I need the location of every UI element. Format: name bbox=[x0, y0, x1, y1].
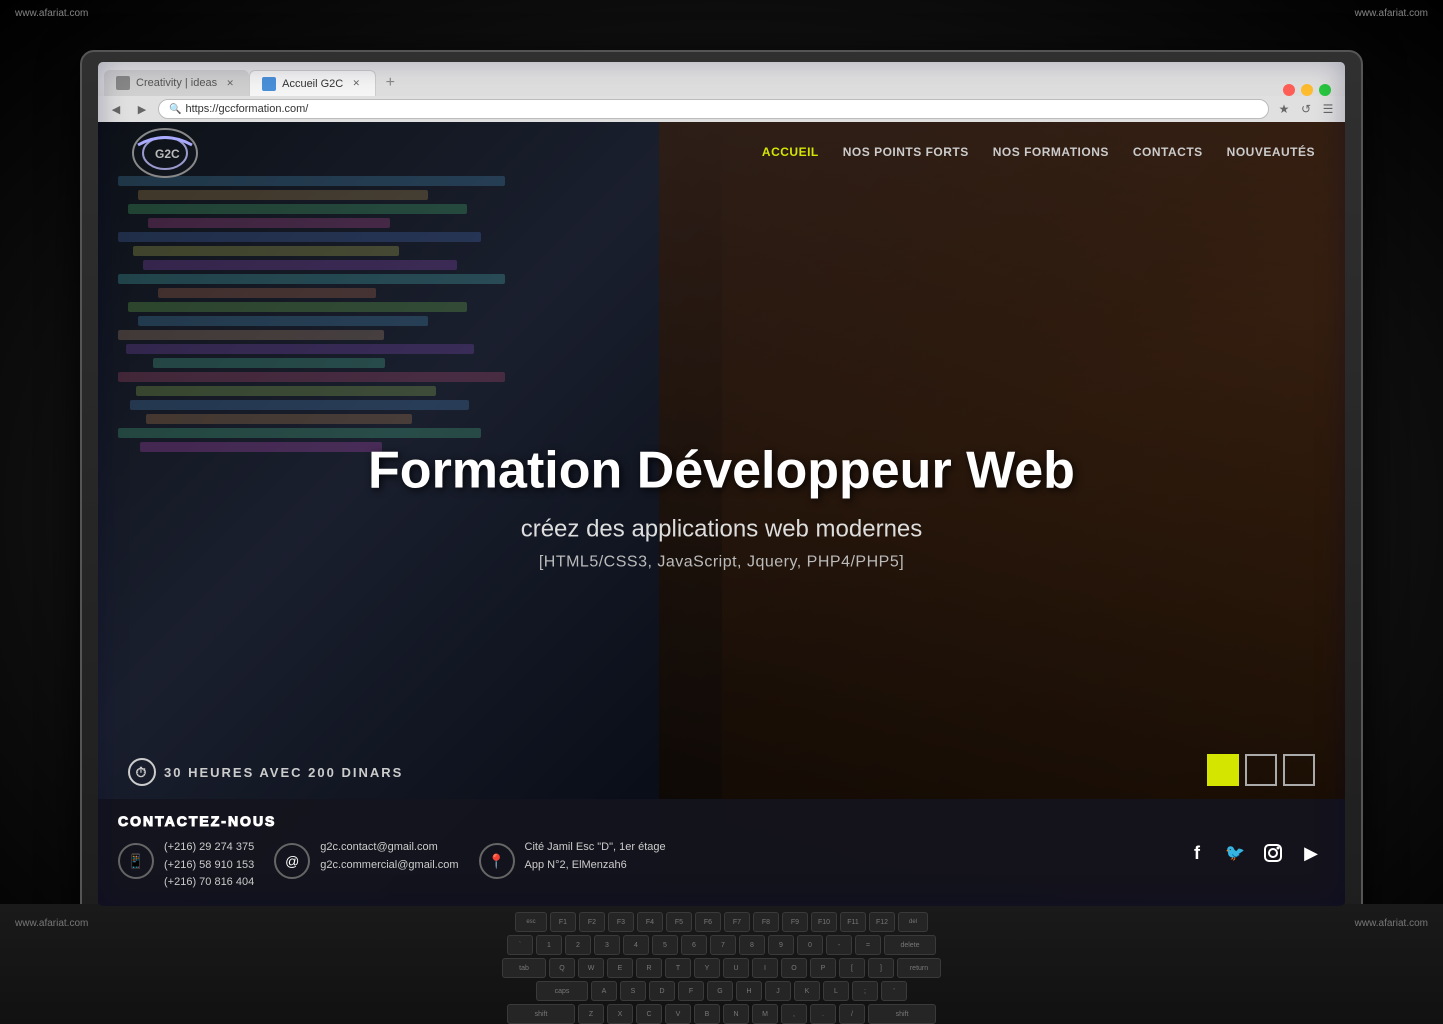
tab-label-1: Creativity | ideas bbox=[136, 77, 217, 89]
contact-phones: (+216) 29 274 375 (+216) 58 910 153 (+21… bbox=[164, 839, 254, 892]
contact-address: Cité Jamil Esc "D", 1er étage App N°2, E… bbox=[525, 839, 666, 874]
tab-close-2[interactable]: ✕ bbox=[349, 77, 363, 91]
contact-grid: 📱 (+216) 29 274 375 (+216) 58 910 153 (+… bbox=[118, 839, 1325, 892]
address-bar[interactable]: 🔍 https://gccformation.com/ bbox=[158, 99, 1269, 119]
hero-tech-stack: [HTML5/CSS3, JavaScript, Jquery, PHP4/PH… bbox=[192, 554, 1252, 572]
slider-indicators[interactable] bbox=[1207, 754, 1315, 786]
phone-3: (+216) 70 816 404 bbox=[164, 874, 254, 892]
watermark-bottom-right: www.afariat.com bbox=[1355, 918, 1428, 929]
svg-text:G2C: G2C bbox=[155, 147, 180, 161]
phone-2: (+216) 58 910 153 bbox=[164, 857, 254, 875]
back-button[interactable]: ◀ bbox=[106, 99, 126, 119]
youtube-icon[interactable]: ▶ bbox=[1297, 839, 1325, 867]
website-content: G2C ACCUEIL NOS POINTS FORTS NOS FORMATI… bbox=[98, 122, 1345, 906]
site-navigation: G2C ACCUEIL NOS POINTS FORTS NOS FORMATI… bbox=[98, 122, 1345, 182]
tab-close-1[interactable]: ✕ bbox=[223, 76, 237, 90]
address-line-1: Cité Jamil Esc "D", 1er étage bbox=[525, 839, 666, 857]
browser-tab-creativity[interactable]: Creativity | ideas ✕ bbox=[104, 70, 249, 96]
watermark-top-right: www.afariat.com bbox=[1355, 8, 1428, 19]
nav-link-accueil[interactable]: ACCUEIL bbox=[762, 145, 819, 159]
maximize-window-button[interactable] bbox=[1319, 84, 1331, 96]
nav-link-formations[interactable]: NOS FORMATIONS bbox=[993, 145, 1109, 159]
code-blocks-overlay bbox=[98, 162, 622, 466]
hero-section: G2C ACCUEIL NOS POINTS FORTS NOS FORMATI… bbox=[98, 122, 1345, 906]
keyboard-rows: esc F1 F2 F3 F4 F5 F6 F7 F8 F9 F10 F11 F… bbox=[0, 904, 1443, 1024]
refresh-icon[interactable]: ↺ bbox=[1297, 100, 1315, 118]
forward-button[interactable]: ▶ bbox=[132, 99, 152, 119]
phone-icon: 📱 bbox=[118, 843, 154, 879]
browser-chrome: Creativity | ideas ✕ Accueil G2C ✕ + bbox=[98, 62, 1345, 122]
facebook-icon[interactable]: f bbox=[1183, 839, 1211, 867]
watermark-bottom-left: www.afariat.com bbox=[15, 918, 88, 929]
bookmark-icon[interactable]: ★ bbox=[1275, 100, 1293, 118]
toolbar-icons: ★ ↺ ☰ bbox=[1275, 100, 1337, 118]
close-window-button[interactable] bbox=[1283, 84, 1295, 96]
tab-favicon-1 bbox=[116, 76, 130, 90]
clock-icon: ⏱ bbox=[128, 758, 156, 786]
phone-1: (+216) 29 274 375 bbox=[164, 839, 254, 857]
menu-icon[interactable]: ☰ bbox=[1319, 100, 1337, 118]
browser-toolbar: ◀ ▶ 🔍 https://gccformation.com/ ★ ↺ ☰ bbox=[98, 96, 1345, 122]
duration-badge: ⏱ 30 HEURES AVEC 200 DINARS bbox=[128, 758, 403, 786]
watermark-top-left: www.afariat.com bbox=[15, 8, 88, 19]
email-1[interactable]: g2c.contact@gmail.com bbox=[320, 839, 458, 857]
instagram-icon[interactable] bbox=[1259, 839, 1287, 867]
social-icons: f 🐦 ▶ bbox=[1183, 839, 1325, 867]
contact-title: CONTACTEZ-NOUS bbox=[118, 813, 1325, 829]
slider-dot-3[interactable] bbox=[1283, 754, 1315, 786]
contact-footer: CONTACTEZ-NOUS 📱 (+216) 29 274 375 (+216… bbox=[98, 799, 1345, 906]
site-logo[interactable]: G2C bbox=[128, 125, 208, 180]
contact-phone-item: 📱 (+216) 29 274 375 (+216) 58 910 153 (+… bbox=[118, 839, 254, 892]
slider-dot-1[interactable] bbox=[1207, 754, 1239, 786]
email-icon: @ bbox=[274, 843, 310, 879]
window-controls bbox=[1283, 84, 1339, 96]
hero-content: Formation Développeur Web créez des appl… bbox=[192, 442, 1252, 601]
contact-address-item: 📍 Cité Jamil Esc "D", 1er étage App N°2,… bbox=[479, 839, 666, 879]
keyboard-area: esc F1 F2 F3 F4 F5 F6 F7 F8 F9 F10 F11 F… bbox=[0, 904, 1443, 1024]
hero-title: Formation Développeur Web bbox=[192, 442, 1252, 499]
location-icon: 📍 bbox=[479, 843, 515, 879]
contact-emails: g2c.contact@gmail.com g2c.commercial@gma… bbox=[320, 839, 458, 874]
browser-tabs: Creativity | ideas ✕ Accueil G2C ✕ + bbox=[98, 62, 1345, 96]
address-line-2: App N°2, ElMenzah6 bbox=[525, 857, 666, 875]
email-2[interactable]: g2c.commercial@gmail.com bbox=[320, 857, 458, 875]
minimize-window-button[interactable] bbox=[1301, 84, 1313, 96]
nav-link-contacts[interactable]: CONTACTS bbox=[1133, 145, 1203, 159]
twitter-icon[interactable]: 🐦 bbox=[1221, 839, 1249, 867]
duration-text: 30 HEURES AVEC 200 DINARS bbox=[164, 765, 403, 780]
hero-subtitle: créez des applications web modernes bbox=[192, 516, 1252, 544]
nav-link-nouveautes[interactable]: NOUVEAUTÉS bbox=[1227, 145, 1315, 159]
browser-tab-g2c[interactable]: Accueil G2C ✕ bbox=[249, 70, 376, 96]
address-text: https://gccformation.com/ bbox=[185, 103, 308, 115]
new-tab-button[interactable]: + bbox=[376, 70, 404, 96]
contact-email-item: @ g2c.contact@gmail.com g2c.commercial@g… bbox=[274, 839, 458, 879]
tab-label-2: Accueil G2C bbox=[282, 78, 343, 90]
tab-favicon-2 bbox=[262, 77, 276, 91]
nav-link-points-forts[interactable]: NOS POINTS FORTS bbox=[843, 145, 969, 159]
lock-icon: 🔍 bbox=[169, 104, 181, 115]
nav-links: ACCUEIL NOS POINTS FORTS NOS FORMATIONS … bbox=[762, 145, 1315, 159]
slider-dot-2[interactable] bbox=[1245, 754, 1277, 786]
